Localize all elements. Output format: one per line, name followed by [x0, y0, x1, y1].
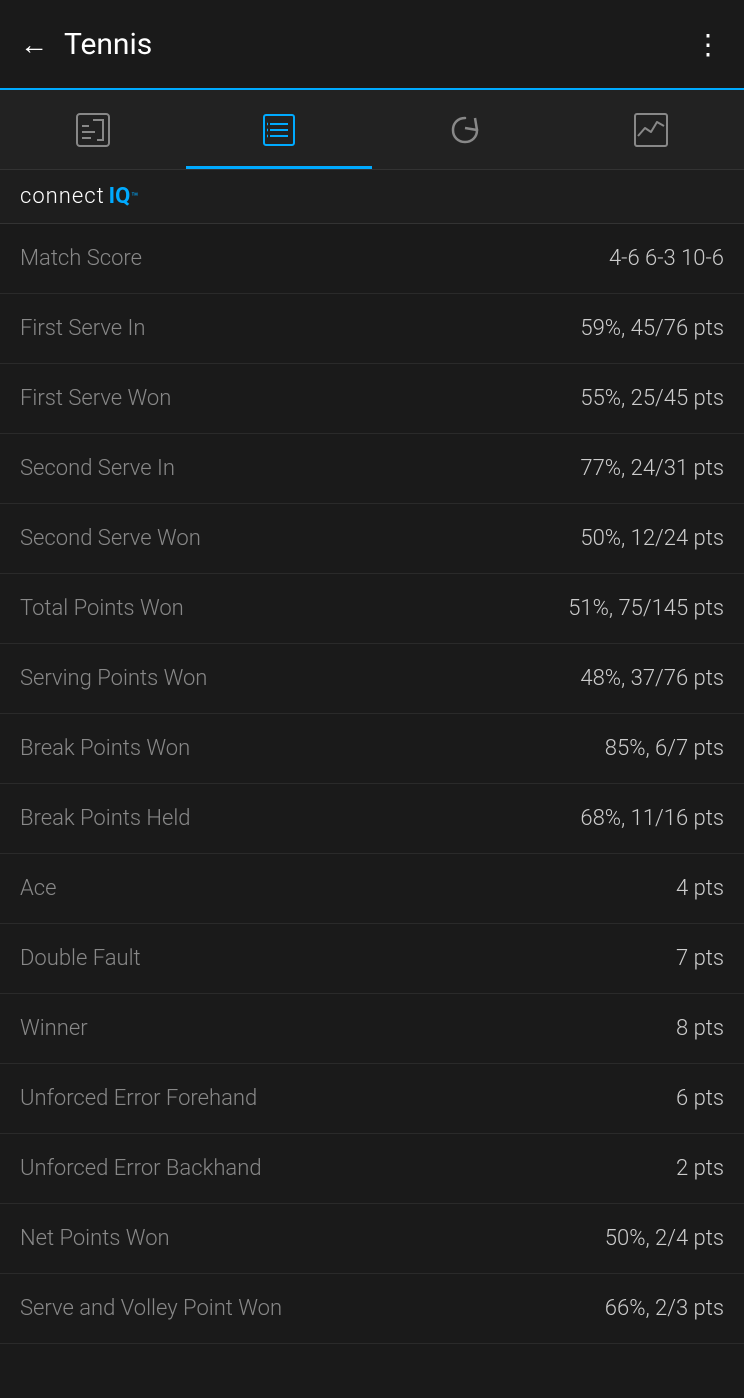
- stats-list: Match Score4-6 6-3 10-6First Serve In59%…: [0, 224, 744, 1344]
- stat-value: 55%, 25/45 pts: [580, 386, 724, 411]
- stat-row: Unforced Error Backhand2 pts: [0, 1134, 744, 1204]
- stat-row: Serving Points Won48%, 37/76 pts: [0, 644, 744, 714]
- list-icon: [259, 110, 299, 150]
- stat-row: First Serve Won55%, 25/45 pts: [0, 364, 744, 434]
- stat-row: Ace4 pts: [0, 854, 744, 924]
- stat-label: Break Points Won: [20, 736, 605, 761]
- stat-row: Break Points Won85%, 6/7 pts: [0, 714, 744, 784]
- iq-text: IQ: [109, 184, 131, 209]
- stat-label: First Serve In: [20, 316, 580, 341]
- stat-label: Ace: [20, 876, 676, 901]
- stat-row: Winner8 pts: [0, 994, 744, 1064]
- stat-label: Serving Points Won: [20, 666, 580, 691]
- stat-value: 8 pts: [676, 1016, 724, 1041]
- tab-bar: [0, 90, 744, 170]
- connect-iq-logo: connect IQ ™: [20, 184, 724, 209]
- stat-label: Break Points Held: [20, 806, 580, 831]
- menu-button[interactable]: ⋮: [694, 28, 724, 61]
- stat-label: Second Serve In: [20, 456, 580, 481]
- connect-text: connect: [20, 184, 105, 209]
- stat-label: Unforced Error Backhand: [20, 1156, 676, 1181]
- stat-row: Match Score4-6 6-3 10-6: [0, 224, 744, 294]
- stat-value: 6 pts: [676, 1086, 724, 1111]
- stat-value: 85%, 6/7 pts: [605, 736, 724, 761]
- stat-row: Total Points Won51%, 75/145 pts: [0, 574, 744, 644]
- stat-row: Unforced Error Forehand6 pts: [0, 1064, 744, 1134]
- back-button[interactable]: ←: [20, 28, 48, 61]
- stat-row: Second Serve Won50%, 12/24 pts: [0, 504, 744, 574]
- stat-value: 48%, 37/76 pts: [580, 666, 724, 691]
- stat-label: Winner: [20, 1016, 676, 1041]
- stat-value: 51%, 75/145 pts: [568, 596, 724, 621]
- stat-value: 77%, 24/31 pts: [580, 456, 724, 481]
- stat-label: Unforced Error Forehand: [20, 1086, 676, 1111]
- stat-value: 7 pts: [676, 946, 724, 971]
- stat-label: Match Score: [20, 246, 609, 271]
- header: ← Tennis ⋮: [0, 0, 744, 90]
- iq-trademark: ™: [131, 190, 139, 204]
- stat-row: First Serve In59%, 45/76 pts: [0, 294, 744, 364]
- stat-value: 4 pts: [676, 876, 724, 901]
- activity-icon: [73, 110, 113, 150]
- stat-value: 68%, 11/16 pts: [580, 806, 724, 831]
- stat-row: Second Serve In77%, 24/31 pts: [0, 434, 744, 504]
- stat-value: 50%, 2/4 pts: [605, 1226, 724, 1251]
- stat-value: 59%, 45/76 pts: [580, 316, 724, 341]
- tab-chart[interactable]: [558, 90, 744, 169]
- stat-value: 2 pts: [676, 1156, 724, 1181]
- stat-row: Net Points Won50%, 2/4 pts: [0, 1204, 744, 1274]
- stat-value: 4-6 6-3 10-6: [609, 246, 724, 271]
- chart-icon: [631, 110, 671, 150]
- stat-row: Break Points Held68%, 11/16 pts: [0, 784, 744, 854]
- stat-row: Serve and Volley Point Won66%, 2/3 pts: [0, 1274, 744, 1344]
- header-left: ← Tennis: [20, 27, 152, 62]
- stat-label: Serve and Volley Point Won: [20, 1296, 605, 1321]
- tab-list[interactable]: [186, 90, 372, 169]
- stat-label: First Serve Won: [20, 386, 580, 411]
- tab-activity[interactable]: [0, 90, 186, 169]
- stat-row: Double Fault7 pts: [0, 924, 744, 994]
- tab-replay[interactable]: [372, 90, 558, 169]
- replay-icon: [445, 110, 485, 150]
- stat-value: 50%, 12/24 pts: [580, 526, 724, 551]
- stat-label: Net Points Won: [20, 1226, 605, 1251]
- connect-iq-banner: connect IQ ™: [0, 170, 744, 224]
- page-title: Tennis: [64, 27, 152, 62]
- stat-label: Double Fault: [20, 946, 676, 971]
- stat-label: Second Serve Won: [20, 526, 580, 551]
- stat-label: Total Points Won: [20, 596, 568, 621]
- stat-value: 66%, 2/3 pts: [605, 1296, 724, 1321]
